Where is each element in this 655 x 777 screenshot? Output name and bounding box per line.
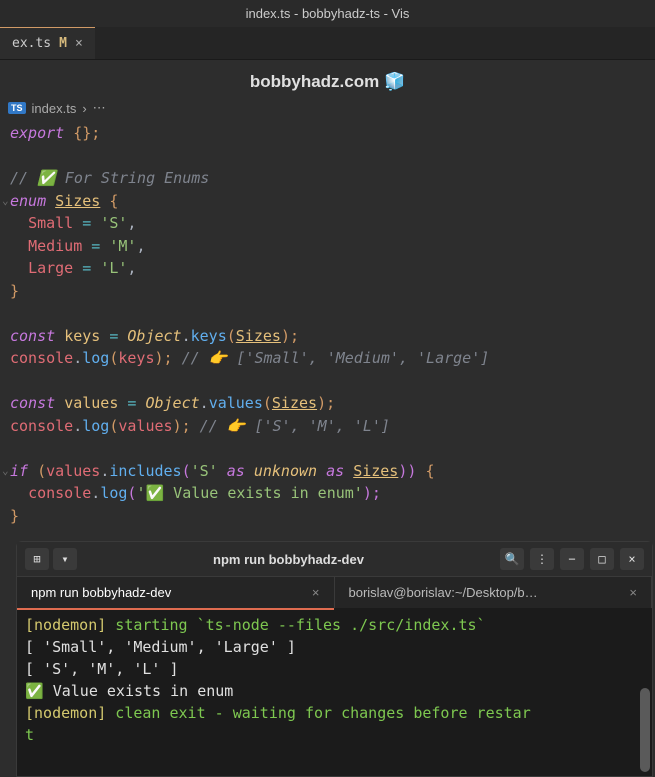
terminal-search-button[interactable]: 🔍 bbox=[500, 548, 524, 570]
code-line: console.log(values); // 👉️ ['S', 'M', 'L… bbox=[10, 415, 655, 438]
code-line: ⌄if (values.includes('S' as unknown as S… bbox=[10, 460, 655, 483]
code-line: const keys = Object.keys(Sizes); bbox=[10, 325, 655, 348]
terminal-tab-label: borislav@borislav:~/Desktop/b… bbox=[349, 585, 538, 600]
terminal-close-button[interactable]: × bbox=[620, 548, 644, 570]
code-line: console.log('✅ Value exists in enum'); bbox=[10, 482, 655, 505]
site-watermark: bobbyhadz.com 🧊 bbox=[0, 60, 655, 96]
window-titlebar: index.ts - bobbyhadz-ts - Vis bbox=[0, 0, 655, 27]
code-line: // ✅ For String Enums bbox=[10, 167, 655, 190]
code-line: Medium = 'M', bbox=[10, 235, 655, 258]
kebab-menu-icon: ⋮ bbox=[536, 552, 548, 566]
minimize-icon: − bbox=[568, 552, 575, 566]
code-line bbox=[10, 302, 655, 325]
breadcrumb[interactable]: TS index.ts › ⋯ bbox=[0, 96, 655, 120]
terminal-output[interactable]: [nodemon] starting `ts-node --files ./sr… bbox=[17, 608, 652, 776]
chevron-down-icon: ▾ bbox=[61, 552, 68, 566]
code-line: const values = Object.values(Sizes); bbox=[10, 392, 655, 415]
code-line: Large = 'L', bbox=[10, 257, 655, 280]
new-tab-icon: ⊞ bbox=[33, 552, 40, 566]
tab-index-ts[interactable]: ex.ts M × bbox=[0, 27, 95, 59]
code-line: } bbox=[10, 280, 655, 303]
window-title: index.ts - bobbyhadz-ts - Vis bbox=[246, 6, 410, 21]
terminal-tabs: npm run bobbyhadz-dev × borislav@borisla… bbox=[17, 577, 652, 608]
breadcrumb-more: ⋯ bbox=[93, 100, 106, 116]
terminal-tab-close-icon[interactable]: × bbox=[312, 585, 320, 600]
terminal-tab-npm[interactable]: npm run bobbyhadz-dev × bbox=[17, 577, 335, 608]
terminal-maximize-button[interactable]: □ bbox=[590, 548, 614, 570]
terminal-tab-label: npm run bobbyhadz-dev bbox=[31, 585, 171, 600]
terminal-title: npm run bobbyhadz-dev bbox=[213, 552, 364, 567]
code-line: Small = 'S', bbox=[10, 212, 655, 235]
editor-tabs: ex.ts M × bbox=[0, 27, 655, 60]
code-line: console.log(keys); // 👉️ ['Small', 'Medi… bbox=[10, 347, 655, 370]
code-line: export {}; bbox=[10, 122, 655, 145]
terminal-tab-shell[interactable]: borislav@borislav:~/Desktop/b… × bbox=[335, 577, 653, 608]
code-line bbox=[10, 370, 655, 393]
code-line: } bbox=[10, 505, 655, 528]
terminal-menu-button[interactable]: ⋮ bbox=[530, 548, 554, 570]
terminal-line: [nodemon] starting `ts-node --files ./sr… bbox=[25, 614, 644, 636]
terminal-tab-close-icon[interactable]: × bbox=[629, 585, 637, 600]
watermark-text: bobbyhadz.com 🧊 bbox=[250, 72, 405, 91]
tab-modified-indicator: M bbox=[59, 36, 67, 51]
code-line bbox=[10, 145, 655, 168]
terminal-scrollbar[interactable] bbox=[640, 688, 650, 772]
breadcrumb-file: index.ts bbox=[32, 101, 77, 116]
terminal-line: ✅ Value exists in enum bbox=[25, 680, 644, 702]
search-icon: 🔍 bbox=[505, 552, 520, 566]
code-line: ⌄enum Sizes { bbox=[10, 190, 655, 213]
terminal-minimize-button[interactable]: − bbox=[560, 548, 584, 570]
terminal-dropdown-button[interactable]: ▾ bbox=[53, 548, 77, 570]
tab-close-icon[interactable]: × bbox=[75, 36, 83, 51]
terminal-line: [ 'S', 'M', 'L' ] bbox=[25, 658, 644, 680]
maximize-icon: □ bbox=[598, 552, 605, 566]
close-icon: × bbox=[628, 552, 635, 566]
code-editor[interactable]: export {}; // ✅ For String Enums ⌄enum S… bbox=[0, 120, 655, 537]
tab-name: ex.ts bbox=[12, 36, 51, 51]
terminal-window: ⊞ ▾ npm run bobbyhadz-dev 🔍 ⋮ − □ × npm … bbox=[16, 541, 653, 777]
terminal-line: t bbox=[25, 724, 644, 746]
ts-file-icon: TS bbox=[8, 102, 26, 114]
terminal-new-tab-button[interactable]: ⊞ bbox=[25, 548, 49, 570]
code-line bbox=[10, 437, 655, 460]
terminal-line: [nodemon] clean exit - waiting for chang… bbox=[25, 702, 644, 724]
terminal-line: [ 'Small', 'Medium', 'Large' ] bbox=[25, 636, 644, 658]
fold-chevron-icon[interactable]: ⌄ bbox=[2, 460, 9, 483]
terminal-titlebar: ⊞ ▾ npm run bobbyhadz-dev 🔍 ⋮ − □ × bbox=[17, 542, 652, 577]
fold-chevron-icon[interactable]: ⌄ bbox=[2, 190, 9, 213]
breadcrumb-sep: › bbox=[82, 101, 86, 116]
